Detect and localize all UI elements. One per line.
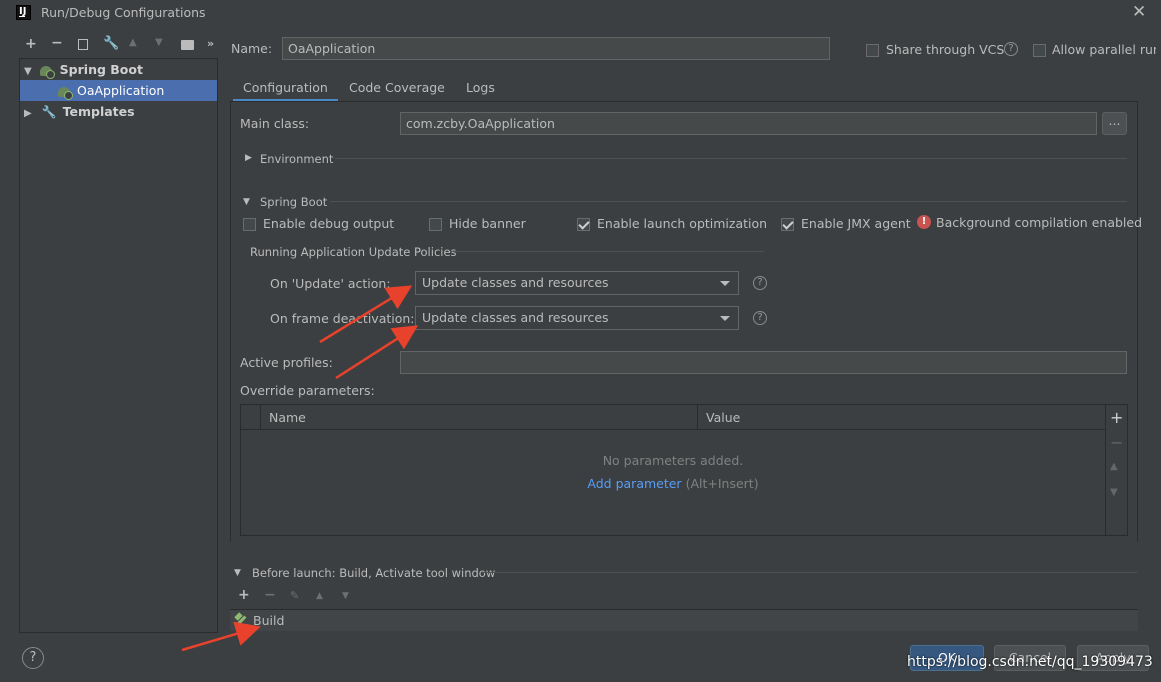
move-down-icon[interactable]: ▼ [1110,487,1118,498]
spring-boot-app-icon [58,86,73,100]
separator [335,158,1127,159]
add-icon[interactable]: + [1110,408,1123,427]
chevron-down-icon [720,316,730,321]
spring-boot-icon [39,65,55,79]
intellij-logo-icon: IJ [16,5,31,20]
move-down-icon[interactable]: ▼ [155,37,163,48]
column-divider [260,405,261,430]
hide-banner-label: Hide banner [449,216,526,231]
expanded-arrow-icon[interactable]: ▼ [24,61,32,82]
table-actions: + − ▲ ▼ [1104,404,1128,536]
collapsed-arrow-icon[interactable]: ▶ [24,103,32,124]
allow-parallel-label: Allow parallel run [1052,42,1156,57]
add-icon[interactable]: + [238,587,250,603]
before-launch-section[interactable]: Before launch: Build, Activate tool wind… [252,566,495,580]
chevron-down-icon [720,281,730,286]
hammer-icon [234,613,248,627]
update-policies-label: Running Application Update Policies [250,245,457,259]
bg-compilation-text: Background compilation enabled [936,215,1143,230]
expanded-arrow-icon[interactable]: ▼ [234,568,241,578]
remove-icon[interactable]: − [1110,433,1123,452]
name-label: Name: [231,41,273,56]
override-parameters-label: Override parameters: [240,383,375,398]
launch-optimization-label: Enable launch optimization [597,216,768,231]
allow-parallel-checkbox[interactable] [1033,42,1046,57]
help-icon[interactable]: ? [753,311,767,325]
help-button[interactable]: ? [22,647,44,669]
main-class-input[interactable]: com.zcby.OaApplication [400,112,1097,135]
launch-optimization-checkbox[interactable] [577,216,590,231]
move-up-icon[interactable]: ▲ [1110,461,1118,472]
help-icon[interactable]: ? [753,276,767,290]
new-folder-icon[interactable] [181,40,194,50]
empty-table-text: No parameters added. [602,453,744,468]
separator [482,572,1137,573]
enable-debug-checkbox[interactable] [243,216,256,231]
window-title: Run/Debug Configurations [41,5,206,20]
move-up-icon[interactable]: ▲ [316,591,323,601]
close-icon[interactable]: ✕ [1132,2,1146,22]
jmx-agent-checkbox[interactable] [781,216,794,231]
error-icon: ! [917,215,931,229]
on-update-select[interactable]: Update classes and resources [415,271,739,295]
main-class-label: Main class: [240,116,310,131]
spring-boot-section[interactable]: Spring Boot [260,195,327,209]
tab-logs[interactable]: Logs [466,79,495,102]
help-icon[interactable]: ? [1004,42,1018,56]
jmx-agent-label: Enable JMX agent [801,216,911,231]
shortcut-hint: (Alt+Insert) [685,476,759,491]
add-parameter-link[interactable]: Add parameter [587,476,681,491]
on-frame-label: On frame deactivation: [270,311,415,326]
hide-banner-checkbox[interactable] [429,216,442,231]
parameters-table: Name Value No parameters added. Add para… [240,404,1106,536]
watermark: https://blog.csdn.net/qq_19309473 [907,654,1153,670]
tab-configuration[interactable]: Configuration [233,79,338,102]
name-input[interactable]: OaApplication [282,37,830,60]
active-profiles-input[interactable] [400,351,1127,374]
expanded-arrow-icon[interactable]: ▼ [243,197,250,207]
tree-item-templates[interactable]: ▶ 🔧 Templates [20,101,217,122]
add-icon[interactable]: + [25,36,37,52]
remove-icon[interactable]: − [264,587,276,603]
enable-debug-label: Enable debug output [263,216,395,231]
move-up-icon[interactable]: ▲ [129,37,137,48]
move-down-icon[interactable]: ▼ [342,591,349,601]
column-name[interactable]: Name [269,410,306,425]
browse-button[interactable]: ... [1102,112,1127,135]
on-frame-select[interactable]: Update classes and resources [415,306,739,330]
separator [330,201,1127,202]
share-vcs-checkbox[interactable] [866,42,879,57]
column-value[interactable]: Value [706,410,740,425]
column-divider [697,405,698,430]
tab-code-coverage[interactable]: Code Coverage [349,79,445,102]
table-header: Name Value [241,405,1105,430]
active-profiles-label: Active profiles: [240,355,333,370]
expand-icon[interactable]: » [207,37,214,50]
add-parameter-row: Add parameter (Alt+Insert) [241,476,1105,491]
configuration-tree: ▼ Spring Boot OaApplication ▶ 🔧 Template… [19,58,218,633]
tree-item-oaapplication[interactable]: OaApplication [20,80,217,101]
share-vcs-label: Share through VCS [886,42,1005,57]
copy-icon[interactable] [78,39,88,50]
before-launch-task[interactable]: Build [230,609,1138,631]
tree-item-spring-boot[interactable]: ▼ Spring Boot [20,59,217,80]
wrench-icon[interactable]: 🔧 [103,36,119,51]
edit-icon[interactable]: ✎ [290,589,299,602]
wrench-icon: 🔧 [41,105,57,119]
separator [450,251,764,252]
remove-icon[interactable]: − [51,35,63,51]
environment-section[interactable]: Environment [260,152,333,166]
title-bar: IJ Run/Debug Configurations ✕ [0,0,1161,26]
on-update-label: On 'Update' action: [270,276,391,291]
collapsed-arrow-icon[interactable]: ▶ [245,153,252,163]
